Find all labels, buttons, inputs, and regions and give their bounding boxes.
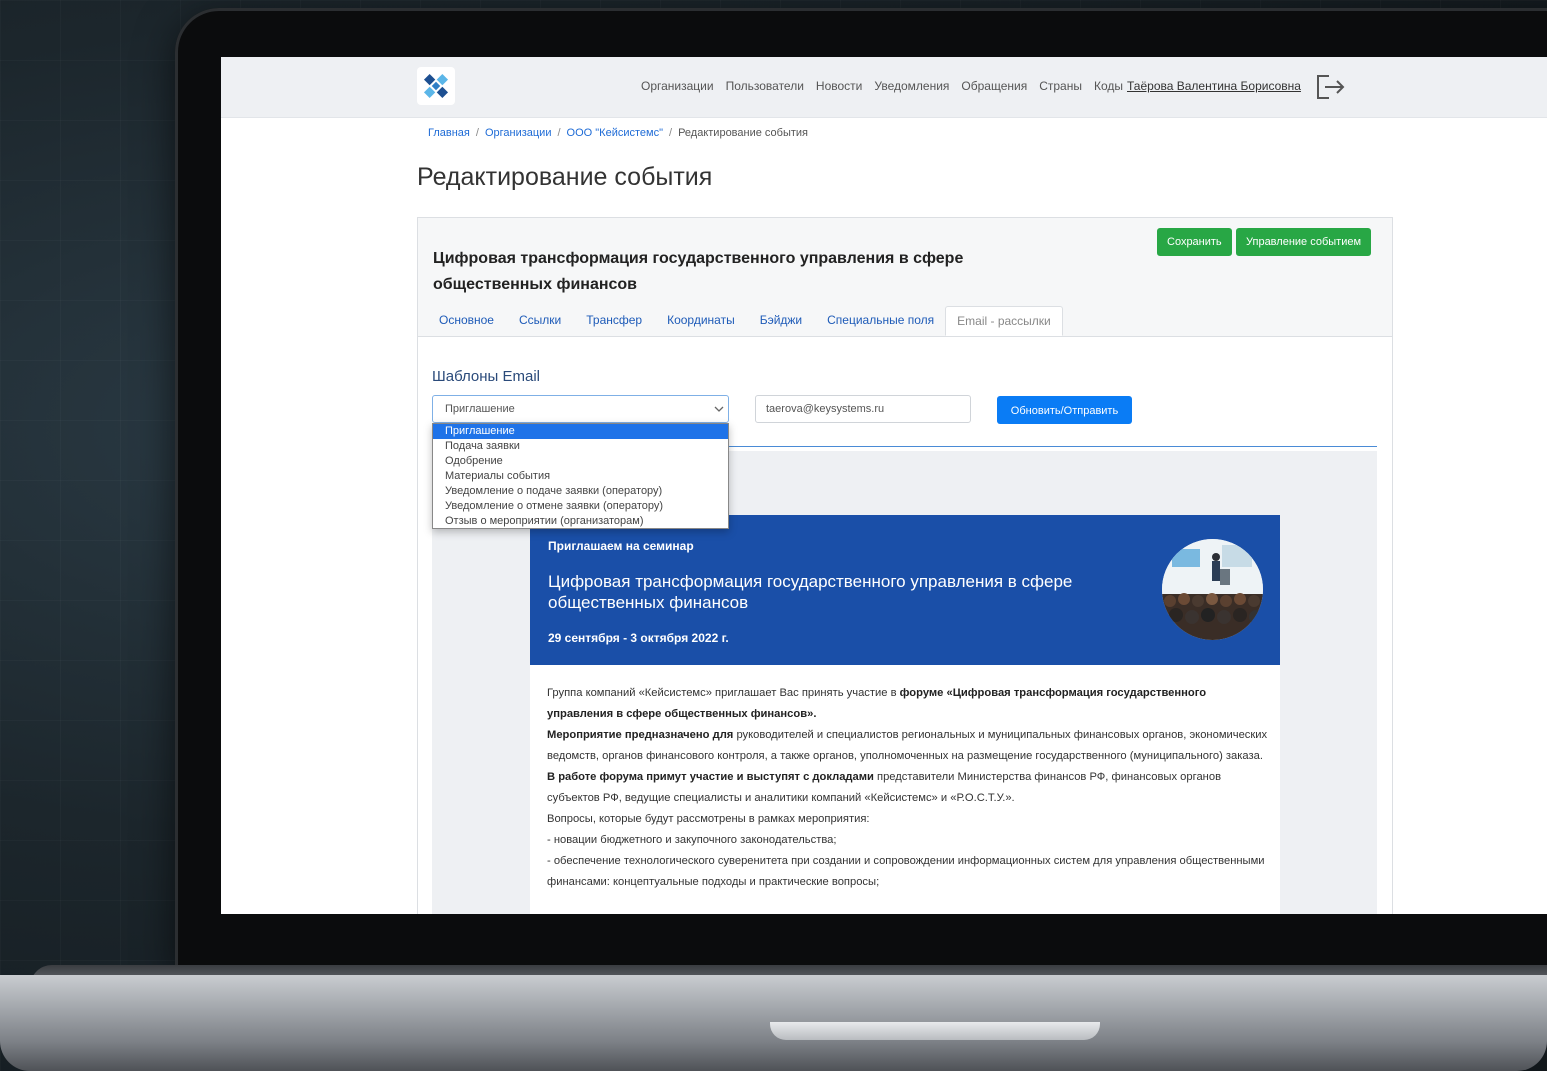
template-select[interactable]: Приглашение	[432, 395, 729, 423]
logout-icon[interactable]	[1315, 74, 1347, 105]
breadcrumb-separator: /	[475, 127, 479, 139]
breadcrumb-current: Редактирование события	[678, 127, 808, 139]
banner-kicker: Приглашаем на семинар	[548, 539, 694, 553]
breadcrumb-company[interactable]: ООО "Кейсистемс"	[567, 127, 663, 139]
tab-main[interactable]: Основное	[428, 306, 505, 336]
nav-links: Организации Пользователи Новости Уведомл…	[641, 79, 1135, 93]
template-option[interactable]: Одобрение	[433, 454, 728, 469]
paragraph: Группа компаний «Кейсистемс» приглашает …	[547, 683, 1272, 725]
app-screen: Организации Пользователи Новости Уведомл…	[221, 57, 1547, 914]
laptop-notch	[770, 1022, 1100, 1040]
nav-link-news[interactable]: Новости	[816, 79, 862, 93]
manage-event-button[interactable]: Управление событием	[1236, 228, 1372, 256]
event-title: Цифровая трансформация государственного …	[433, 250, 964, 293]
banner-dates: 29 сентября - 3 октября 2022 г.	[548, 631, 729, 645]
template-option[interactable]: Отзыв о мероприятии (организаторам)	[433, 514, 728, 529]
email-field[interactable]: taerova@keysystems.ru	[755, 395, 971, 423]
user-profile-link[interactable]: Таёрова Валентина Борисовна	[1127, 79, 1301, 93]
breadcrumb: Главная / Организации / ООО "Кейсистемс"…	[428, 127, 808, 139]
banner-title: Цифровая трансформация государственного …	[548, 572, 1073, 612]
update-send-button[interactable]: Обновить/Отправить	[997, 396, 1132, 424]
app-logo[interactable]	[417, 67, 455, 105]
logo-icon	[423, 73, 449, 99]
template-option[interactable]: Уведомление о отмене заявки (оператору)	[433, 499, 728, 514]
seminar-photo	[1162, 539, 1263, 640]
paragraph: В работе форума примут участие и выступя…	[547, 767, 1272, 809]
breadcrumb-organizations[interactable]: Организации	[485, 127, 552, 139]
email-templates-label: Шаблоны Email	[432, 368, 541, 385]
nav-link-notifications[interactable]: Уведомления	[874, 79, 949, 93]
template-option[interactable]: Материалы события	[433, 469, 728, 484]
event-card-header: Цифровая трансформация государственного …	[418, 218, 1392, 337]
paragraph: - обеспечение технологического суверенит…	[547, 855, 1265, 888]
template-select-value: Приглашение	[445, 403, 515, 415]
event-tabs: Основное Ссылки Трансфер Координаты Бэйд…	[428, 306, 1063, 336]
top-navbar: Организации Пользователи Новости Уведомл…	[221, 57, 1547, 118]
text-segment-bold: В работе форума примут участие и выступя…	[547, 771, 874, 783]
event-card: Цифровая трансформация государственного …	[417, 217, 1393, 914]
tab-special-fields[interactable]: Специальные поля	[813, 306, 945, 336]
email-body: Группа компаний «Кейсистемс» приглашает …	[530, 665, 1280, 914]
text-segment-bold: Мероприятие предназначено для	[547, 729, 734, 741]
breadcrumb-separator: /	[557, 127, 561, 139]
template-option[interactable]: Приглашение	[433, 424, 728, 439]
template-option[interactable]: Уведомление о подаче заявки (оператору)	[433, 484, 728, 499]
chevron-down-icon	[714, 406, 724, 412]
tab-transfer[interactable]: Трансфер	[572, 306, 653, 336]
breadcrumb-home[interactable]: Главная	[428, 127, 470, 139]
save-button[interactable]: Сохранить	[1157, 228, 1232, 256]
tab-badges[interactable]: Бэйджи	[746, 306, 813, 336]
email-banner: Приглашаем на семинар Цифровая трансформ…	[530, 515, 1280, 665]
paragraph: - новации бюджетного и закупочного закон…	[547, 834, 837, 846]
nav-link-codes[interactable]: Коды	[1094, 79, 1123, 93]
template-option[interactable]: Подача заявки	[433, 439, 728, 454]
nav-link-requests[interactable]: Обращения	[961, 79, 1027, 93]
paragraph: Мероприятие предназначено для руководите…	[547, 725, 1272, 767]
tab-coordinates[interactable]: Координаты	[653, 306, 746, 336]
template-dropdown: Приглашение Подача заявки Одобрение Мате…	[432, 423, 729, 529]
tab-email[interactable]: Email - рассылки	[945, 306, 1063, 336]
nav-link-users[interactable]: Пользователи	[726, 79, 804, 93]
text-segment: Группа компаний «Кейсистемс» приглашает …	[547, 687, 900, 699]
breadcrumb-separator: /	[669, 127, 673, 139]
tab-links[interactable]: Ссылки	[505, 306, 572, 336]
nav-link-countries[interactable]: Страны	[1039, 79, 1082, 93]
paragraph: Вопросы, которые будут рассмотрены в рам…	[547, 813, 870, 825]
email-body-text: Группа компаний «Кейсистемс» приглашает …	[547, 683, 1272, 893]
page-title: Редактирование события	[417, 163, 713, 191]
nav-link-organizations[interactable]: Организации	[641, 79, 714, 93]
